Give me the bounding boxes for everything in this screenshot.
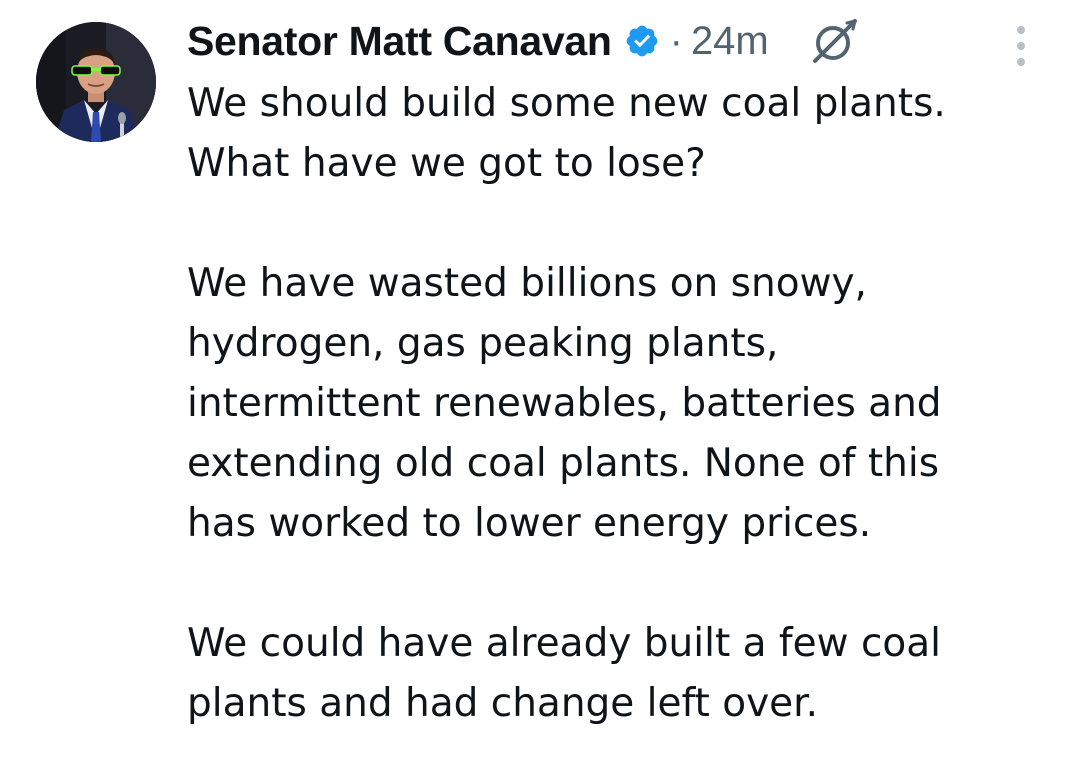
- text-line: hydrogen, gas peaking plants,: [187, 321, 779, 366]
- text-line: plants and had change left over.: [187, 681, 819, 726]
- more-dot: [1017, 42, 1025, 50]
- author-avatar[interactable]: [36, 22, 156, 142]
- post-timestamp[interactable]: 24m: [691, 19, 769, 64]
- post-paragraph: We should build some new coal plants. Wh…: [187, 74, 1067, 194]
- verified-badge-icon[interactable]: [624, 23, 660, 59]
- author-name[interactable]: Senator Matt Canavan: [187, 18, 612, 65]
- avatar-photo: [36, 22, 156, 142]
- text-line: We have wasted billions on snowy,: [187, 261, 867, 306]
- post-paragraph: We have wasted billions on snowy, hydrog…: [187, 254, 1067, 554]
- post-text: We should build some new coal plants. Wh…: [187, 74, 1067, 734]
- header-separator: ·: [669, 18, 683, 63]
- text-line: extending old coal plants. None of this: [187, 441, 940, 486]
- text-line: We could have already built a few coal: [187, 621, 941, 666]
- text-line: We should build some new coal plants.: [187, 81, 946, 126]
- more-options-icon[interactable]: [1008, 26, 1034, 66]
- more-dot: [1017, 26, 1025, 34]
- text-line: has worked to lower energy prices.: [187, 501, 872, 546]
- grok-icon[interactable]: [809, 15, 861, 67]
- text-line: intermittent renewables, batteries and: [187, 381, 942, 426]
- more-dot: [1017, 58, 1025, 66]
- post-header: Senator Matt Canavan · 24m: [187, 12, 1047, 70]
- text-line: What have we got to lose?: [187, 141, 706, 186]
- post-paragraph: We could have already built a few coal p…: [187, 614, 1067, 734]
